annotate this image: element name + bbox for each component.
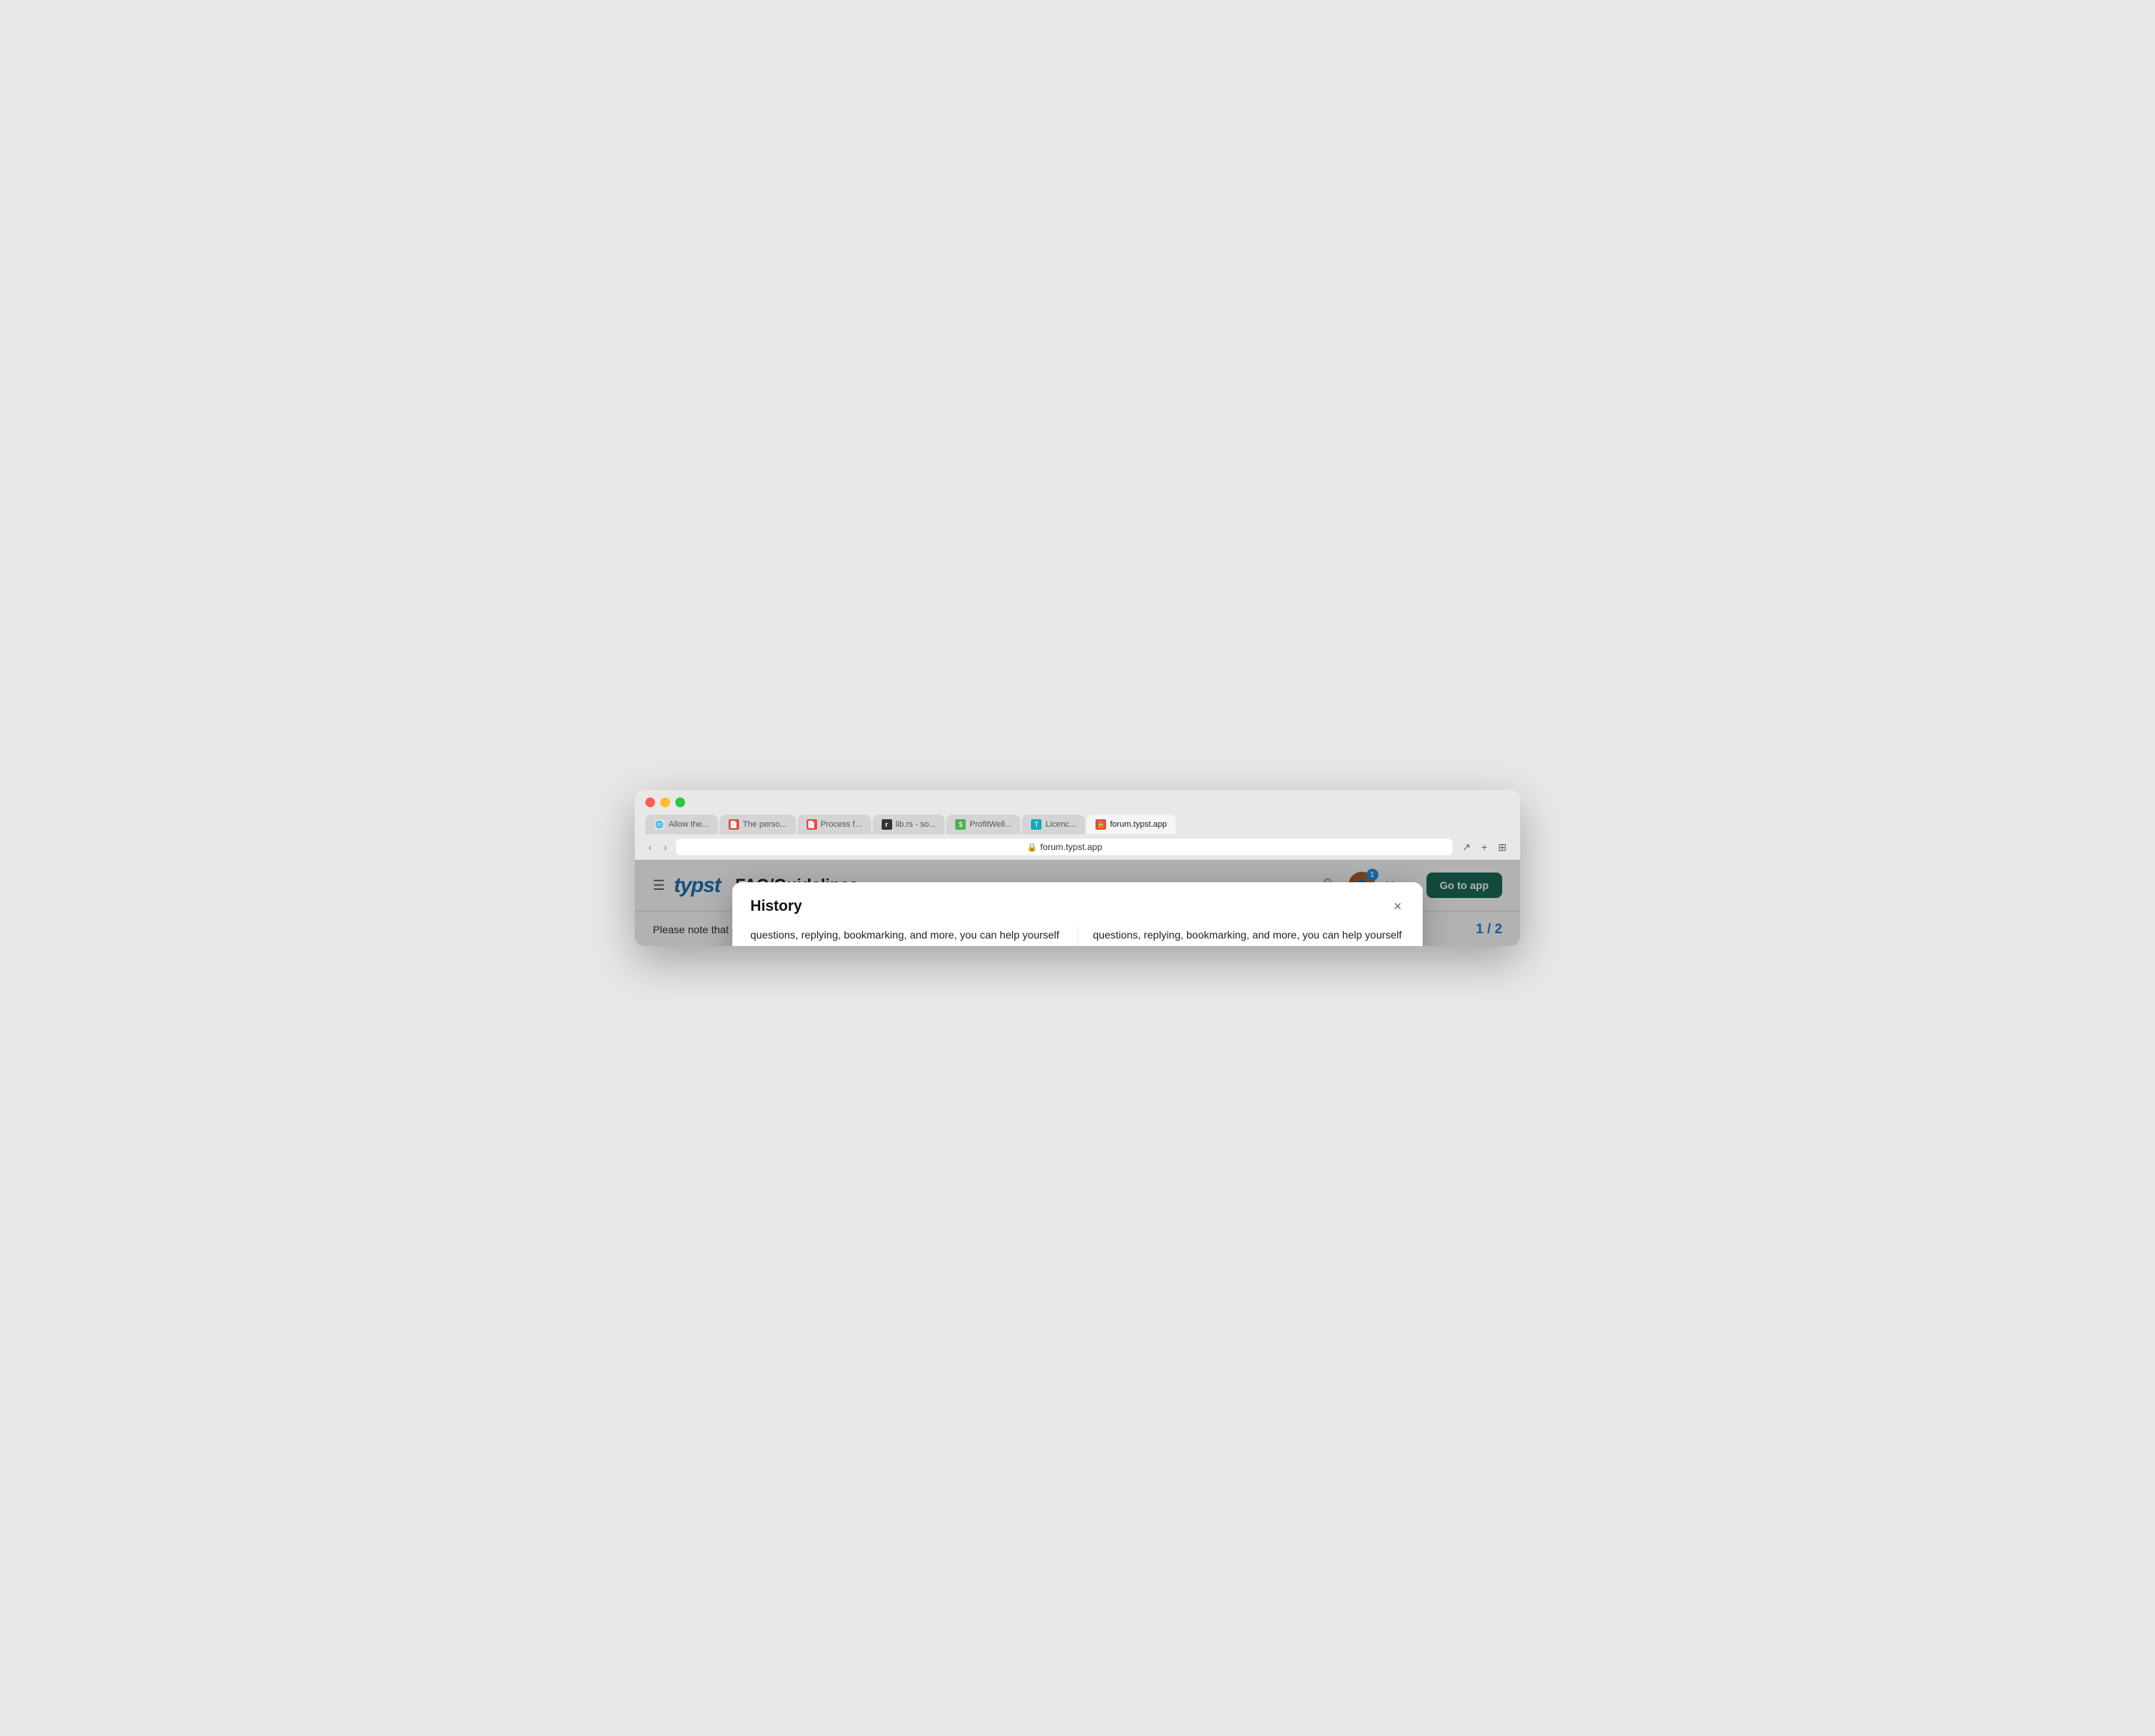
share-button[interactable]: ↗ bbox=[1459, 839, 1474, 855]
new-tab-button[interactable]: + bbox=[1478, 839, 1490, 854]
history-modal: History × questions, replying, bookmarki… bbox=[732, 882, 1423, 946]
back-button[interactable]: ‹ bbox=[645, 839, 655, 854]
modal-title: History bbox=[750, 898, 802, 915]
lock-icon: 🔒 bbox=[1027, 842, 1038, 852]
traffic-light-yellow[interactable] bbox=[660, 797, 670, 807]
left-paragraph-1: questions, replying, bookmarking, and mo… bbox=[750, 927, 1062, 946]
tab-icon-4: r bbox=[882, 819, 892, 830]
toolbar-actions: ↗ + ⊞ bbox=[1459, 839, 1510, 855]
modal-body: questions, replying, bookmarking, and mo… bbox=[732, 927, 1423, 946]
diff-panel-left: questions, replying, bookmarking, and mo… bbox=[750, 927, 1078, 946]
browser-tab-1[interactable]: 🌐 Allow the... bbox=[645, 815, 718, 834]
browser-tab-2[interactable]: 📄 The perso... bbox=[720, 815, 796, 834]
tab-bar: 🌐 Allow the... 📄 The perso... 📄 Process … bbox=[645, 815, 1510, 834]
browser-tab-7[interactable]: 🔒 forum.typst.app bbox=[1087, 815, 1176, 834]
modal-overlay: History × questions, replying, bookmarki… bbox=[635, 860, 1520, 946]
address-bar[interactable]: 🔒 forum.typst.app bbox=[676, 839, 1453, 855]
tab-icon-6: T bbox=[1031, 819, 1041, 830]
traffic-light-green[interactable] bbox=[675, 797, 685, 807]
tab-icon-5: $ bbox=[955, 819, 966, 830]
traffic-light-red[interactable] bbox=[645, 797, 655, 807]
right-paragraph-1: questions, replying, bookmarking, and mo… bbox=[1093, 927, 1405, 946]
browser-tab-5[interactable]: $ ProfitWell... bbox=[946, 815, 1020, 834]
browser-tab-6[interactable]: T Licenc... bbox=[1022, 815, 1085, 834]
diff-panel-right: questions, replying, bookmarking, and mo… bbox=[1078, 927, 1405, 946]
tab-icon-2: 📄 bbox=[729, 819, 739, 830]
page-body: ☰ typst FAQ/Guidelines 🔍 👤 1 Home Go to … bbox=[635, 860, 1520, 946]
forward-button[interactable]: › bbox=[661, 839, 671, 854]
tab-icon-1: 🌐 bbox=[654, 819, 665, 830]
modal-header: History × bbox=[732, 882, 1423, 927]
tab-list-button[interactable]: ⊞ bbox=[1495, 839, 1510, 855]
browser-tab-3[interactable]: 📄 Process f... bbox=[798, 815, 871, 834]
browser-tab-4[interactable]: r lib.rs - so... bbox=[873, 815, 945, 834]
modal-close-button[interactable]: × bbox=[1390, 896, 1405, 918]
address-bar-row: ‹ › 🔒 forum.typst.app ↗ + ⊞ bbox=[635, 834, 1520, 860]
tab-icon-7: 🔒 bbox=[1096, 819, 1106, 830]
tab-icon-3: 📄 bbox=[807, 819, 817, 830]
